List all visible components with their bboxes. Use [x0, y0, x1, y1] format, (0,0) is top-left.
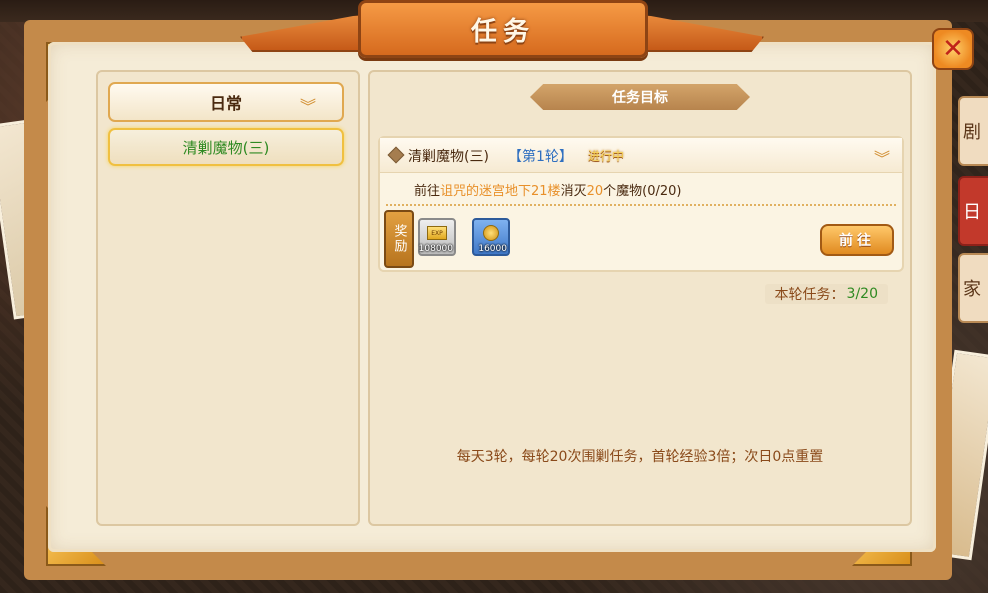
objective-prefix: 前往: [414, 184, 441, 199]
reward-quantity: 108000: [418, 244, 453, 254]
objective-mid: 消灭: [560, 184, 587, 199]
section-header: 任务目标: [530, 84, 750, 110]
reward-label: 奖励: [391, 224, 407, 254]
diamond-bullet-icon: [387, 146, 405, 164]
objective-suffix: 个魔物(0/20): [603, 184, 682, 199]
exp-scroll-icon: EXP: [427, 226, 447, 240]
close-icon: ✕: [942, 34, 964, 64]
objective-count: 20: [586, 184, 604, 199]
task-detail-panel: 任务目标 清剿魔物(三) 【第1轮】 进行中 ︾ 前往诅咒的迷宫地下21楼消灭2…: [368, 70, 912, 526]
task-card-header[interactable]: 清剿魔物(三) 【第1轮】 进行中 ︾: [380, 138, 902, 173]
category-dropdown-label: 日常: [209, 94, 242, 113]
close-button[interactable]: ✕: [932, 28, 974, 70]
side-tab-story[interactable]: 剧: [958, 96, 988, 166]
task-name: 清剿魔物(三): [408, 149, 489, 165]
divider: [386, 204, 896, 206]
go-button-label: 前往: [839, 233, 875, 249]
task-card: 清剿魔物(三) 【第1轮】 进行中 ︾ 前往诅咒的迷宫地下21楼消灭20个魔物(…: [378, 136, 904, 272]
side-tab-label: 日: [963, 202, 981, 223]
task-status-badge: 进行中: [588, 149, 625, 163]
reward-item-gold[interactable]: 16000: [472, 218, 510, 256]
chevron-down-icon[interactable]: ︾: [874, 145, 890, 169]
task-list-panel: 日常 ︾ 清剿魔物(三): [96, 70, 360, 526]
chevron-down-icon: ︾: [299, 97, 316, 116]
side-tab-daily[interactable]: 日: [958, 176, 988, 246]
side-tab-label: 剧: [963, 122, 981, 143]
reward-quantity: 16000: [478, 244, 507, 254]
task-objective: 前往诅咒的迷宫地下21楼消灭20个魔物(0/20): [414, 180, 681, 199]
task-round: 【第1轮】: [508, 149, 573, 165]
go-button[interactable]: 前往: [820, 224, 894, 256]
window-title: 任务: [470, 16, 535, 47]
section-title: 任务目标: [612, 90, 668, 106]
round-progress: 本轮任务： 3/20: [764, 284, 888, 304]
side-tab-family[interactable]: 家: [958, 253, 988, 323]
gold-coin-icon: [483, 225, 499, 241]
reward-item-exp[interactable]: EXP 108000: [418, 218, 456, 256]
round-progress-label: 本轮任务：: [774, 287, 845, 303]
reward-label-tag: 奖励: [384, 210, 414, 268]
rules-note: 每天3轮，每轮20次围剿任务，首轮经验3倍；次日0点重置: [456, 449, 824, 465]
round-progress-value: 3/20: [846, 286, 878, 302]
task-list-item-label: 清剿魔物(三): [182, 138, 270, 157]
title-banner: 任务: [358, 0, 648, 58]
objective-location: 诅咒的迷宫地下21楼: [440, 184, 561, 199]
side-tab-label: 家: [963, 279, 981, 300]
task-list-item[interactable]: 清剿魔物(三): [108, 128, 344, 166]
category-dropdown[interactable]: 日常 ︾: [108, 82, 344, 122]
